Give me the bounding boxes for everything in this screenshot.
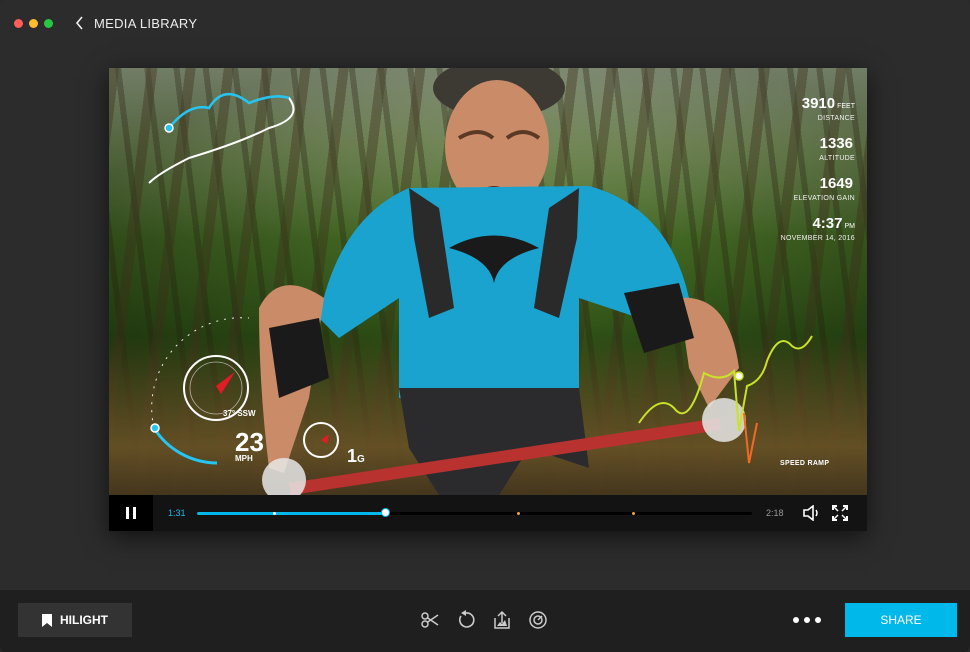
fullscreen-button[interactable] bbox=[831, 505, 848, 521]
page-title: MEDIA LIBRARY bbox=[94, 15, 198, 31]
stat-label: ELEVATION GAIN bbox=[793, 195, 855, 202]
highlight-marker[interactable] bbox=[632, 511, 636, 515]
edit-tools bbox=[420, 610, 548, 630]
export-button[interactable] bbox=[492, 610, 512, 630]
seek-bar[interactable] bbox=[197, 507, 752, 517]
speaker-icon bbox=[802, 505, 818, 521]
chevron-left-icon bbox=[75, 16, 83, 30]
rotate-button[interactable] bbox=[456, 610, 476, 630]
pause-button[interactable] bbox=[109, 495, 153, 531]
speed-readout: 23 MPH bbox=[235, 427, 264, 463]
stat-unit: PM bbox=[844, 223, 856, 230]
dial-icon bbox=[529, 611, 547, 629]
speed-value: 23 bbox=[235, 427, 264, 457]
stat-time: 4:37 PM NOVEMBER 14, 2016 bbox=[745, 215, 856, 243]
rotate-icon bbox=[458, 610, 475, 628]
stat-value: 4:37 bbox=[812, 215, 843, 232]
stat-unit: FEET bbox=[837, 103, 855, 110]
scissors-icon bbox=[421, 612, 439, 628]
player-controls: 1:31 2:18 bbox=[109, 495, 867, 531]
zoom-window-button[interactable] bbox=[44, 18, 53, 28]
current-time: 1:31 bbox=[168, 508, 186, 518]
stat-elevation-gain: 1649 ELEVATION GAIN bbox=[745, 175, 855, 203]
close-window-button[interactable] bbox=[14, 18, 23, 28]
bottom-toolbar: HILIGHT SHARE bbox=[0, 590, 970, 652]
tag-icon bbox=[42, 613, 52, 627]
speed-ramp-label: SPEED RAMP bbox=[780, 460, 830, 467]
gforce-unit: G bbox=[357, 454, 365, 465]
share-button[interactable]: SHARE bbox=[845, 603, 957, 637]
total-time: 2:18 bbox=[766, 508, 784, 518]
window-controls bbox=[14, 18, 53, 28]
fullscreen-icon bbox=[831, 505, 848, 521]
app-window: MEDIA LIBRARY 3910 FEET DISTANCE 1336 AL… bbox=[0, 0, 970, 652]
stat-value: 1649 bbox=[819, 175, 853, 192]
stat-value: 3910 bbox=[801, 95, 836, 112]
seek-progress bbox=[197, 511, 386, 515]
stat-label: ALTITUDE bbox=[819, 155, 855, 162]
stat-distance: 3910 FEET DISTANCE bbox=[745, 95, 855, 123]
stat-label: DISTANCE bbox=[817, 115, 855, 122]
compass-heading: 37° SSW bbox=[223, 409, 256, 418]
gforce-readout: 1G bbox=[347, 446, 365, 467]
more-button[interactable] bbox=[793, 617, 821, 623]
title-bar: MEDIA LIBRARY bbox=[0, 0, 970, 46]
effects-button[interactable] bbox=[528, 610, 548, 630]
hilight-label: HILIGHT bbox=[60, 613, 108, 627]
video-player: 3910 FEET DISTANCE 1336 ALTITUDE 1649 ELE… bbox=[109, 68, 867, 531]
more-dots-icon bbox=[793, 617, 821, 623]
overlay-stats: 3910 FEET DISTANCE 1336 ALTITUDE 1649 ELE… bbox=[745, 96, 855, 256]
stat-altitude: 1336 ALTITUDE bbox=[745, 135, 855, 163]
highlight-marker[interactable] bbox=[517, 511, 521, 515]
export-icon bbox=[494, 610, 510, 629]
minimize-window-button[interactable] bbox=[29, 18, 38, 28]
trim-button[interactable] bbox=[420, 610, 440, 630]
stat-value: 1336 bbox=[819, 135, 853, 152]
seek-handle[interactable] bbox=[381, 507, 391, 517]
volume-button[interactable] bbox=[802, 505, 820, 521]
back-button[interactable]: MEDIA LIBRARY bbox=[75, 16, 197, 31]
pause-icon bbox=[124, 507, 138, 519]
video-frame[interactable]: 3910 FEET DISTANCE 1336 ALTITUDE 1649 ELE… bbox=[109, 68, 867, 495]
gforce-value: 1 bbox=[347, 446, 358, 466]
hilight-button[interactable]: HILIGHT bbox=[18, 603, 132, 637]
highlight-marker[interactable] bbox=[273, 511, 277, 515]
stat-label: NOVEMBER 14, 2016 bbox=[780, 235, 855, 242]
